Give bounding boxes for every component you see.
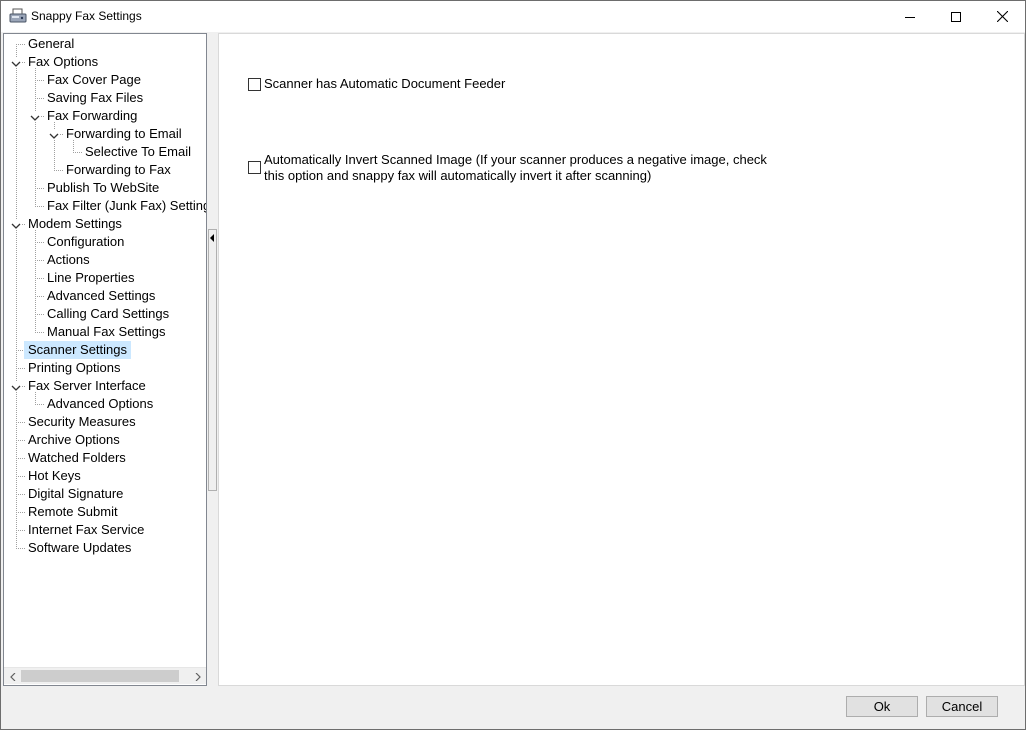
scroll-thumb[interactable] [21,670,179,682]
tree-item-scanner-settings[interactable]: Scanner Settings [24,341,132,359]
scanner-settings-panel: Scanner has Automatic Document Feeder Au… [218,33,1025,686]
close-icon [996,11,1008,22]
tree-item-fax-filter-junk-fax-settings[interactable]: Fax Filter (Junk Fax) Settings [47,197,206,215]
tree-connector [35,68,36,206]
tree-connector [54,170,64,171]
maximize-button[interactable] [933,1,979,32]
tree-connector [35,296,45,297]
tree-connector [16,530,26,531]
tree-item-fax-server-interface[interactable]: Fax Server Interface [28,377,146,395]
tree-item-manual-fax-settings[interactable]: Manual Fax Settings [47,323,166,341]
tree-connector [16,440,26,441]
tree-item-calling-card-settings[interactable]: Calling Card Settings [47,305,169,323]
tree-item-internet-fax-service[interactable]: Internet Fax Service [28,521,144,539]
tree-item-watched-folders[interactable]: Watched Folders [28,449,126,467]
tree-item-advanced-settings[interactable]: Advanced Settings [47,287,155,305]
tree-connector [35,404,45,405]
tree-item-publish-to-website[interactable]: Publish To WebSite [47,179,159,197]
adf-checkbox[interactable] [248,78,261,91]
tree-connector [35,98,45,99]
settings-window: Snappy Fax Settings General Fax Options Fa… [0,0,1026,730]
tree-connector [16,422,26,423]
invert-image-label: Automatically Invert Scanned Image (If y… [264,152,767,183]
tree-item-fax-cover-page[interactable]: Fax Cover Page [47,71,141,89]
tree-horizontal-scrollbar[interactable] [4,667,206,684]
tree-connector [35,242,45,243]
tree-connector [35,260,45,261]
minimize-icon [905,16,915,18]
tree-connector [35,278,45,279]
tree-item-actions[interactable]: Actions [47,251,90,269]
minimize-button[interactable] [887,1,933,32]
tree-item-saving-fax-files[interactable]: Saving Fax Files [47,89,143,107]
tree-connector [16,476,26,477]
tree-item-selective-to-email[interactable]: Selective To Email [85,143,191,161]
tree-connector [16,368,26,369]
title-bar: Snappy Fax Settings [1,1,1025,32]
tree-connector [35,206,45,207]
tree-connector [16,44,17,548]
ok-button[interactable]: Ok [846,696,918,717]
tree-item-forwarding-to-fax[interactable]: Forwarding to Fax [66,161,171,179]
tree-item-fax-options[interactable]: Fax Options [28,53,98,71]
adf-label: Scanner has Automatic Document Feeder [264,76,506,91]
tree-item-modem-settings[interactable]: Modem Settings [28,215,122,233]
invert-image-checkbox[interactable] [248,161,261,174]
tree-item-fax-forwarding[interactable]: Fax Forwarding [47,107,137,125]
tree-item-digital-signature[interactable]: Digital Signature [28,485,123,503]
tree-item-software-updates[interactable]: Software Updates [28,539,131,557]
scroll-right-button[interactable] [189,668,206,685]
scroll-left-button[interactable] [4,668,21,685]
tree-item-forwarding-to-email[interactable]: Forwarding to Email [66,125,182,143]
tree-connector [35,314,45,315]
tree-item-general[interactable]: General [28,35,74,53]
fax-machine-icon [9,8,27,24]
tree-item-configuration[interactable]: Configuration [47,233,124,251]
tree-connector [35,188,45,189]
chevron-down-icon[interactable] [11,219,21,229]
tree-connector [73,152,83,153]
window-title: Snappy Fax Settings [31,9,142,23]
tree-item-hot-keys[interactable]: Hot Keys [28,467,81,485]
tree-item-remote-submit[interactable]: Remote Submit [28,503,118,521]
tree-connector [16,548,26,549]
tree-item-line-properties[interactable]: Line Properties [47,269,134,287]
panel-splitter[interactable] [208,229,217,491]
tree-connector [35,332,45,333]
tree-connector [35,230,36,332]
invert-image-option[interactable]: Automatically Invert Scanned Image (If y… [248,152,788,184]
chevron-down-icon[interactable] [11,381,21,391]
tree-item-printing-options[interactable]: Printing Options [28,359,121,377]
chevron-right-icon [195,672,201,681]
chevron-down-icon[interactable] [49,129,59,139]
maximize-icon [951,11,961,22]
tree-item-advanced-options[interactable]: Advanced Options [47,395,153,413]
tree-connector [16,458,26,459]
tree-item-security-measures[interactable]: Security Measures [28,413,136,431]
tree-connector [16,494,26,495]
settings-tree[interactable]: General Fax Options Fax Cover Page Saving F… [3,33,207,686]
chevron-down-icon[interactable] [11,57,21,67]
collapse-left-icon [210,234,214,242]
chevron-down-icon[interactable] [30,111,40,121]
tree-item-archive-options[interactable]: Archive Options [28,431,120,449]
cancel-button[interactable]: Cancel [926,696,998,717]
tree-connector [16,512,26,513]
tree-connector [16,44,26,45]
chevron-left-icon [9,672,15,681]
close-button[interactable] [979,1,1025,32]
adf-option[interactable]: Scanner has Automatic Document Feeder [248,76,505,92]
tree-connector [35,80,45,81]
